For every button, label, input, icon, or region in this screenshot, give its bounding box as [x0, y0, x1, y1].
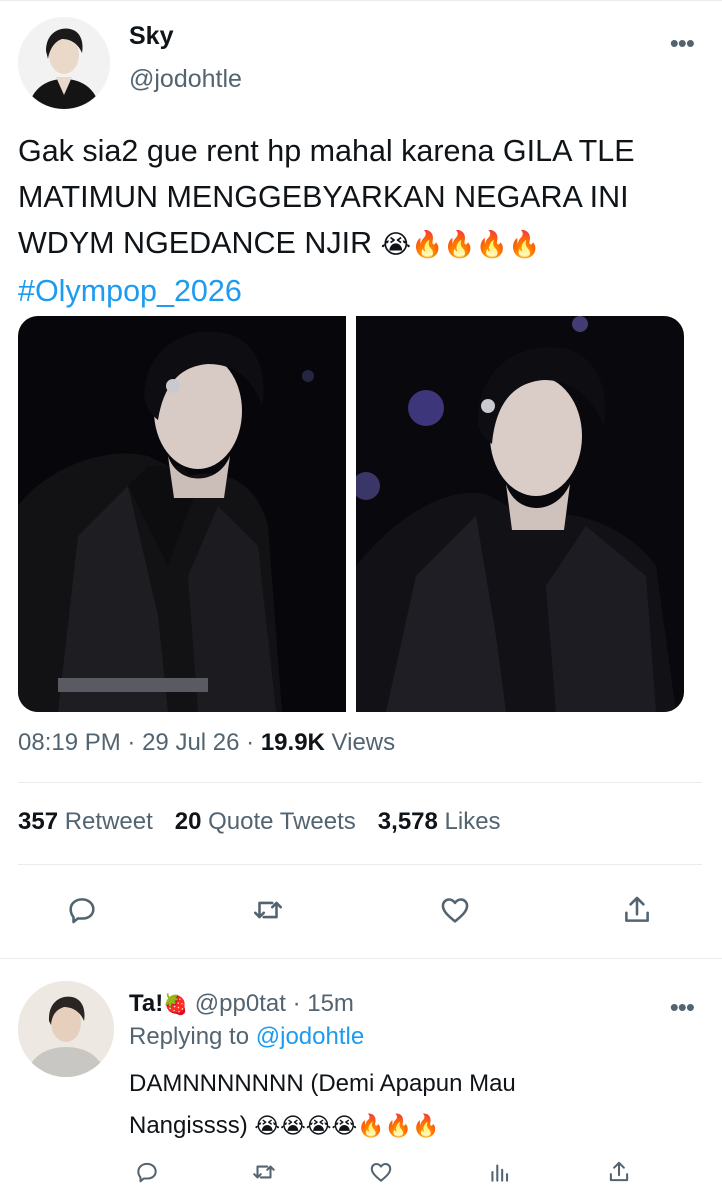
author-handle[interactable]: @jodohtle — [129, 65, 242, 94]
quote-stat[interactable]: 20 Quote Tweets — [175, 808, 356, 835]
tweet-time[interactable]: 08:19 PM — [18, 729, 121, 756]
quote-count: 20 — [174, 808, 202, 835]
replying-to-mention[interactable]: @jodohtle — [256, 1023, 364, 1050]
reply-text-line: Nangissss) 😭😭😭😭🔥🔥🔥 — [129, 1105, 689, 1148]
reply-icon — [137, 1162, 157, 1183]
author-avatar[interactable] — [18, 17, 110, 109]
reply-icon — [69, 898, 95, 924]
reply-author-name[interactable]: Ta! — [129, 990, 163, 1017]
share-button[interactable] — [619, 892, 655, 928]
replying-to-prefix: Replying to — [129, 1023, 250, 1050]
retweet-icon — [253, 901, 283, 919]
likes-count: 3,578 — [377, 808, 438, 835]
reply-text-line-2: Nangissss) — [129, 1112, 248, 1139]
reply-retweet-button[interactable] — [250, 1158, 278, 1186]
reply-analytics-button[interactable] — [486, 1158, 514, 1186]
tweet-stats: 357 Retweet 20 Quote Tweets 3,578 Likes — [18, 808, 501, 836]
reply-author-handle[interactable]: @pp0tat — [195, 990, 286, 1017]
reply-text-line: DAMNNNNNNN (Demi Apapun Mau — [129, 1070, 516, 1097]
more-options-icon[interactable]: ••• — [670, 30, 695, 56]
section-divider — [0, 958, 722, 959]
hashtag-link[interactable]: #Olympop_2026 — [18, 268, 708, 314]
tweet-text-line: MATIMUN MENGGEBYARKAN NEGARA INI — [18, 180, 629, 214]
reply-emojis: 😭😭😭😭🔥🔥🔥 — [254, 1114, 440, 1139]
divider — [18, 782, 702, 783]
reply-more-options-icon[interactable]: ••• — [670, 992, 695, 1023]
tweet-date[interactable]: 29 Jul 26 — [142, 729, 239, 756]
reply-separator: · — [292, 990, 301, 1017]
retweet-button[interactable] — [250, 892, 286, 928]
views-label: Views — [331, 729, 396, 756]
like-button[interactable] — [437, 892, 473, 928]
views-count: 19.9K — [260, 729, 325, 756]
like-icon — [370, 1162, 392, 1182]
author-name[interactable]: Sky — [129, 22, 173, 51]
reply-button[interactable] — [64, 892, 100, 928]
retweet-stat[interactable]: 357 Retweet — [18, 808, 153, 835]
retweet-label: Retweet — [64, 808, 153, 835]
likes-label: Likes — [444, 808, 501, 835]
tweet-text-line-3: WDYM NGEDANCE NJIR — [18, 226, 373, 260]
reply-text: DAMNNNNNNN (Demi Apapun Mau Nangissss) 😭… — [129, 1063, 689, 1148]
photo-grid — [18, 316, 684, 712]
tweet-photo-1[interactable] — [18, 316, 346, 712]
replying-to: Replying to @jodohtle — [129, 1023, 364, 1051]
top-divider — [0, 0, 722, 1]
tweet-emojis: 😭🔥🔥🔥🔥 — [380, 230, 541, 260]
meta-separator: · — [127, 729, 136, 756]
divider — [18, 864, 702, 865]
retweet-icon — [253, 1165, 275, 1179]
quote-label: Quote Tweets — [208, 808, 356, 835]
retweet-count: 357 — [18, 808, 59, 835]
likes-stat[interactable]: 3,578 Likes — [378, 808, 501, 835]
like-icon — [441, 898, 469, 923]
tweet-text-line: Gak sia2 gue rent hp mahal karena GILA T… — [18, 134, 635, 168]
strawberry-icon: 🍓 — [163, 992, 189, 1016]
reply-like-button[interactable] — [367, 1158, 395, 1186]
tweet-text: Gak sia2 gue rent hp mahal karena GILA T… — [18, 128, 708, 314]
reply-header: Ta!🍓 @pp0tat · 15m — [129, 990, 354, 1018]
analytics-icon — [491, 1164, 509, 1182]
reply-author-avatar[interactable] — [18, 981, 114, 1077]
tweet-text-line: WDYM NGEDANCE NJIR 😭🔥🔥🔥🔥 — [18, 220, 708, 268]
reply-time[interactable]: 15m — [307, 990, 354, 1017]
share-icon — [609, 1161, 629, 1182]
tweet-photo-2[interactable] — [356, 316, 684, 712]
reply-share-button[interactable] — [605, 1158, 633, 1186]
meta-separator: · — [246, 729, 255, 756]
share-icon — [625, 896, 649, 922]
reply-reply-button[interactable] — [133, 1158, 161, 1186]
tweet-meta: 08:19 PM · 29 Jul 26 · 19.9K Views — [18, 729, 395, 757]
